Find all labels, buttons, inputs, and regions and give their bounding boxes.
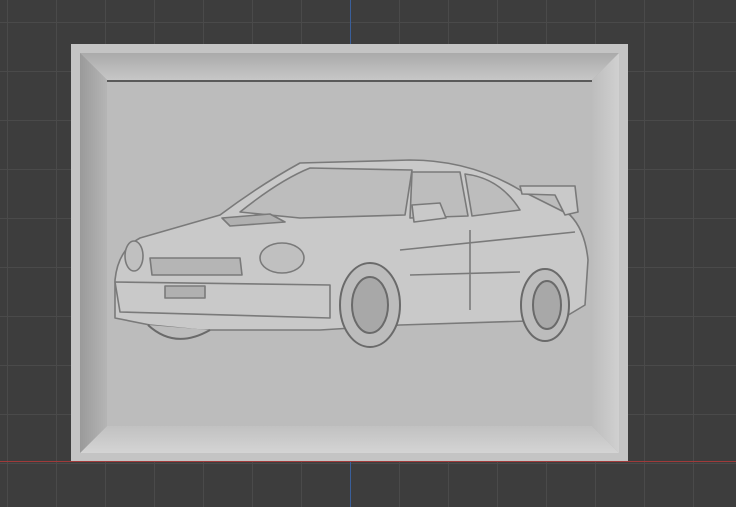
- front-wheel: [339, 262, 401, 348]
- car-relief: [114, 159, 589, 348]
- rear-wheel: [520, 268, 570, 342]
